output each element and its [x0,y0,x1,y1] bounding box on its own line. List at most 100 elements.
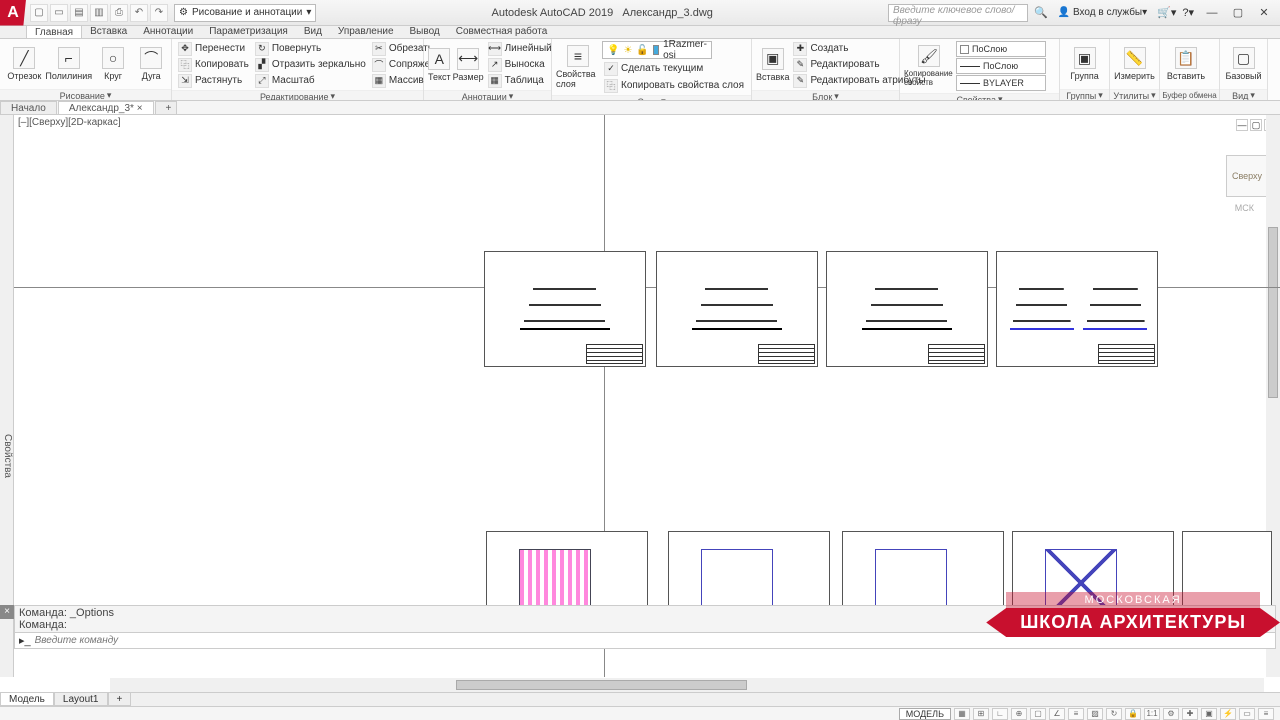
linear-dim-button[interactable]: ⟷Линейный [486,41,554,56]
rotate-button[interactable]: ↻Повернуть [253,41,368,56]
make-current-button[interactable]: ✓Сделать текущим [602,61,746,76]
move-button[interactable]: ✥Перенести [176,41,251,56]
file-tab-current[interactable]: Александр_3* × [58,101,154,114]
arc-button[interactable]: ⌒Дуга [136,41,167,87]
qat-save-icon[interactable]: ▤ [70,4,88,22]
circle-button[interactable]: ○Круг [93,41,134,87]
match-layer-button[interactable]: ⿻Копировать свойства слоя [602,78,746,93]
matchprop-button[interactable]: 🖌Копирование свойств [904,43,954,89]
panel-groups-title[interactable]: Группы▾ [1060,89,1109,101]
new-tab-button[interactable]: + [155,101,177,114]
annoscale-icon[interactable]: 🔒 [1125,708,1141,720]
panel-properties-title[interactable]: Свойства ▾ [900,93,1059,101]
vp-minimize-icon[interactable]: — [1236,119,1248,131]
layout-tab-model[interactable]: Модель [0,693,54,706]
panel-view-title[interactable]: Вид▾ [1220,89,1267,101]
infocenter-search[interactable]: Введите ключевое слово/фразу [888,4,1028,22]
line-button[interactable]: ╱Отрезок [4,41,45,87]
workspace-selector[interactable]: ⚙ Рисование и аннотации ▾ [174,4,316,22]
annovis-icon[interactable]: ⚙ [1163,708,1179,720]
mirror-button[interactable]: ▞Отразить зеркально [253,57,368,72]
polyline-button[interactable]: ⌐Полилиния [47,41,91,87]
close-button[interactable]: ✕ [1252,4,1276,22]
layout-tab-layout1[interactable]: Layout1 [54,693,108,706]
panel-modify-title[interactable]: Редактирование ▾ [172,90,423,101]
modelspace-toggle[interactable]: МОДЕЛЬ [899,708,951,720]
tab-manage[interactable]: Управление [330,25,402,38]
exchange-icon[interactable]: 🛒▾ [1157,6,1176,19]
properties-palette-tab[interactable]: Свойства [0,115,14,677]
file-tab-start[interactable]: Начало [0,101,57,114]
wcs-label[interactable]: МСК [1235,203,1254,213]
scale-button[interactable]: ⤢Масштаб [253,73,368,88]
panel-utils-title[interactable]: Утилиты▾ [1110,89,1159,101]
layer-properties-button[interactable]: ≡Свойства слоя [556,44,600,90]
qat-undo-icon[interactable]: ↶ [130,4,148,22]
baseview-button[interactable]: ▢Базовый [1224,41,1263,87]
tab-output[interactable]: Вывод [402,25,448,38]
panel-clipboard-title[interactable]: Буфер обмена [1160,89,1219,100]
qat-saveas-icon[interactable]: ▥ [90,4,108,22]
color-combo[interactable]: ПоСлою [956,41,1046,57]
tab-view[interactable]: Вид [296,25,330,38]
horizontal-scrollbar[interactable] [110,678,1264,692]
qat-new-icon[interactable]: ▢ [30,4,48,22]
workspace-icon[interactable]: ✚ [1182,708,1198,720]
layer-combo[interactable]: 💡 ☀ 🔓 1Razmer-osi [602,41,712,59]
panel-annotation-title[interactable]: Аннотации ▾ [424,90,551,101]
tab-insert[interactable]: Вставка [82,25,135,38]
minimize-button[interactable]: — [1200,4,1224,22]
maximize-button[interactable]: ▢ [1226,4,1250,22]
ortho-toggle-icon[interactable]: ∟ [992,708,1008,720]
tab-collaborate[interactable]: Совместная работа [448,25,556,38]
transparency-toggle-icon[interactable]: ▨ [1087,708,1103,720]
app-logo[interactable]: A [0,0,26,26]
layout-add-button[interactable]: + [108,693,132,706]
osnap-toggle-icon[interactable]: ▢ [1030,708,1046,720]
block-insert-button[interactable]: ▣Вставка [756,42,789,88]
lineweight-toggle-icon[interactable]: ≡ [1068,708,1084,720]
customize-icon[interactable]: ≡ [1258,708,1274,720]
text-button[interactable]: AТекст [428,42,451,88]
cleanscreen-icon[interactable]: ▭ [1239,708,1255,720]
measure-button[interactable]: 📏Измерить [1114,41,1155,87]
drawing-sheet[interactable] [826,251,988,367]
viewcube[interactable]: Сверху [1226,155,1268,197]
lineweight-combo[interactable]: ПоСлою [956,58,1046,74]
tab-parametric[interactable]: Параметризация [201,25,296,38]
table-button[interactable]: ▦Таблица [486,73,554,88]
polar-toggle-icon[interactable]: ⊕ [1011,708,1027,720]
help-icon[interactable]: ?▾ [1182,6,1194,19]
tab-home[interactable]: Главная [26,25,82,38]
drawing-sheet[interactable] [484,251,646,367]
tab-annotate[interactable]: Аннотации [135,25,201,38]
drawing-canvas[interactable]: Свойства [–][Сверху][2D-каркас] — ▢ × Св… [0,115,1280,677]
viewport-controls[interactable]: [–][Сверху][2D-каркас] [18,117,121,128]
otrack-toggle-icon[interactable]: ∠ [1049,708,1065,720]
snap-toggle-icon[interactable]: ⊞ [973,708,989,720]
cmd-close-icon[interactable]: × [0,605,14,619]
qat-open-icon[interactable]: ▭ [50,4,68,22]
qat-plot-icon[interactable]: ⎙ [110,4,128,22]
drawing-sheet[interactable] [996,251,1158,367]
cycling-toggle-icon[interactable]: ↻ [1106,708,1122,720]
grid-toggle-icon[interactable]: ▦ [954,708,970,720]
copy-button[interactable]: ⿻Копировать [176,57,251,72]
panel-block-title[interactable]: Блок ▾ [752,90,899,101]
group-button[interactable]: ▣Группа [1064,41,1105,87]
hardware-icon[interactable]: ⚡ [1220,708,1236,720]
leader-button[interactable]: ↗Выноска [486,57,554,72]
stretch-button[interactable]: ⇲Растянуть [176,73,251,88]
search-icon[interactable]: 🔍 [1034,6,1048,19]
signin-button[interactable]: 👤 Вход в службы▾ [1054,7,1151,18]
qat-redo-icon[interactable]: ↷ [150,4,168,22]
close-tab-icon[interactable]: × [137,103,143,114]
drawing-sheet[interactable] [656,251,818,367]
paste-button[interactable]: 📋Вставить [1164,41,1208,87]
isolate-icon[interactable]: ▣ [1201,708,1217,720]
dimension-button[interactable]: ⟷Размер [453,42,484,88]
panel-draw-title[interactable]: Рисование ▾ [0,89,171,101]
vp-maximize-icon[interactable]: ▢ [1250,119,1262,131]
scale-icon[interactable]: 1:1 [1144,708,1160,720]
linetype-combo[interactable]: BYLAYER [956,75,1046,91]
